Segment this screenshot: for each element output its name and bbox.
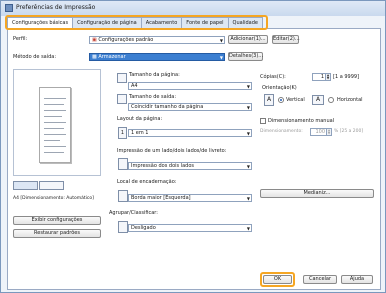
- duplex-value: Impressão dos dois lados: [131, 163, 194, 169]
- window-title: Preferências de Impressão: [16, 4, 96, 11]
- binding-value: Borda maior [Esquerda]: [131, 195, 191, 201]
- page-size-value: A4: [131, 83, 138, 89]
- copies-label: Cópias(C):: [260, 74, 286, 80]
- page-size-select[interactable]: A4 ▼: [128, 82, 252, 90]
- chevron-down-icon: ▼: [246, 164, 250, 169]
- tab-quality[interactable]: Qualidade: [227, 17, 263, 28]
- orientation-portrait-radio[interactable]: [278, 97, 284, 103]
- scaling-value: 100: [315, 129, 325, 135]
- tab-paper-source[interactable]: Fonte de papel: [181, 17, 229, 28]
- spin-arrows-icon[interactable]: ▲ ▼: [326, 129, 331, 135]
- scaling-stepper[interactable]: 100 ▲ ▼: [310, 128, 332, 136]
- output-size-select[interactable]: Coincidir tamanho da página ▼: [128, 103, 252, 111]
- collate-label: Agrupar/Classificar:: [109, 210, 158, 216]
- store-icon: ▩: [92, 54, 97, 60]
- ok-button[interactable]: OK: [263, 275, 292, 284]
- tab-basic-settings[interactable]: Configurações básicas: [7, 17, 74, 29]
- landscape-icon: A: [312, 95, 324, 105]
- cancel-button[interactable]: Cancelar: [303, 275, 337, 284]
- duplex-icon: [118, 158, 128, 170]
- preview-area: [13, 69, 101, 176]
- profile-select[interactable]: ▣ Configurações padrão ▼: [89, 36, 225, 44]
- restore-defaults-button[interactable]: Restaurar padrões: [13, 229, 101, 238]
- copies-stepper[interactable]: 1 ▲ ▼: [312, 73, 331, 81]
- gutter-button[interactable]: Medianiz...: [260, 189, 374, 198]
- edit-profile-button[interactable]: Editar(2)...: [272, 35, 300, 44]
- tab-finishing[interactable]: Acabamento: [140, 17, 183, 28]
- profile-label: Perfil:: [13, 36, 28, 42]
- tab-strip: Configurações básicas Configuração de pá…: [7, 17, 263, 29]
- copies-range: [1 a 9999]: [333, 74, 360, 80]
- chevron-down-icon: ▼: [246, 131, 250, 136]
- scaling-label: Dimensionamento:: [260, 129, 303, 134]
- portrait-icon: A: [264, 94, 274, 106]
- collate-select[interactable]: Desligado ▼: [128, 224, 252, 232]
- output-method-select[interactable]: ▩ Armazenar ▼: [89, 53, 225, 61]
- binding-icon: [118, 190, 128, 202]
- printer-icon: [5, 4, 13, 12]
- orientation-portrait-label: Vertical: [286, 97, 305, 103]
- output-method-value: Armazenar: [98, 54, 126, 60]
- collate-icon: [118, 221, 128, 233]
- profile-icon: ▣: [92, 37, 97, 43]
- paper-preview: [39, 87, 71, 163]
- binding-label: Local de encadernação:: [117, 179, 177, 185]
- page-layout-value: 1 em 1: [131, 130, 149, 136]
- page-size-icon: [117, 73, 127, 83]
- preview-printer-view-icon[interactable]: [13, 181, 38, 190]
- title-bar: Preferências de Impressão: [1, 1, 385, 16]
- duplex-label: Impressão de um lado/dois lados/de livre…: [117, 148, 227, 154]
- show-settings-button[interactable]: Exibir configurações: [13, 216, 101, 225]
- help-button[interactable]: Ajuda: [341, 275, 373, 284]
- scaling-range: % [25 a 200]: [334, 129, 364, 134]
- collate-value: Desligado: [131, 225, 156, 231]
- orientation-landscape-label: Horizontal: [337, 97, 363, 103]
- preview-caption: A4 [Dimensionamento: Automático]: [13, 196, 94, 201]
- orientation-label: Orientação(K): [262, 85, 297, 91]
- page-layout-label: Layout da página:: [117, 116, 163, 122]
- manual-scaling-label: Dimensionamento manual: [268, 118, 335, 124]
- copies-value: 1: [320, 74, 324, 80]
- page-layout-select[interactable]: 1 em 1 ▼: [128, 129, 252, 137]
- manual-scaling-checkbox[interactable]: [260, 118, 266, 124]
- page-size-label: Tamanho da página:: [129, 72, 180, 78]
- add-profile-button[interactable]: Adicionar(1)...: [228, 35, 268, 44]
- chevron-down-icon: ▼: [246, 105, 250, 110]
- binding-select[interactable]: Borda maior [Esquerda] ▼: [128, 194, 252, 202]
- spin-arrows-icon[interactable]: ▲ ▼: [325, 74, 330, 80]
- output-size-label: Tamanho de saída:: [129, 94, 177, 100]
- profile-value: Configurações padrão: [98, 37, 154, 43]
- chevron-down-icon: ▼: [246, 84, 250, 89]
- chevron-down-icon: ▼: [246, 196, 250, 201]
- output-size-icon: [117, 94, 127, 104]
- details-button[interactable]: Detalhes(3)...: [228, 52, 263, 61]
- tab-page-setup[interactable]: Configuração de página: [72, 17, 142, 28]
- orientation-landscape-radio[interactable]: [328, 97, 334, 103]
- output-method-label: Método de saída:: [13, 54, 57, 60]
- duplex-select[interactable]: Impressão dos dois lados ▼: [128, 162, 252, 170]
- output-size-value: Coincidir tamanho da página: [131, 104, 204, 110]
- chevron-down-icon: ▼: [246, 226, 250, 231]
- preview-settings-view-icon[interactable]: [39, 181, 64, 190]
- page-layout-icon: 1: [118, 127, 127, 139]
- chevron-down-icon: ▼: [219, 55, 223, 60]
- print-preferences-window: Preferências de Impressão Configurações …: [0, 0, 386, 293]
- chevron-down-icon: ▼: [219, 38, 223, 43]
